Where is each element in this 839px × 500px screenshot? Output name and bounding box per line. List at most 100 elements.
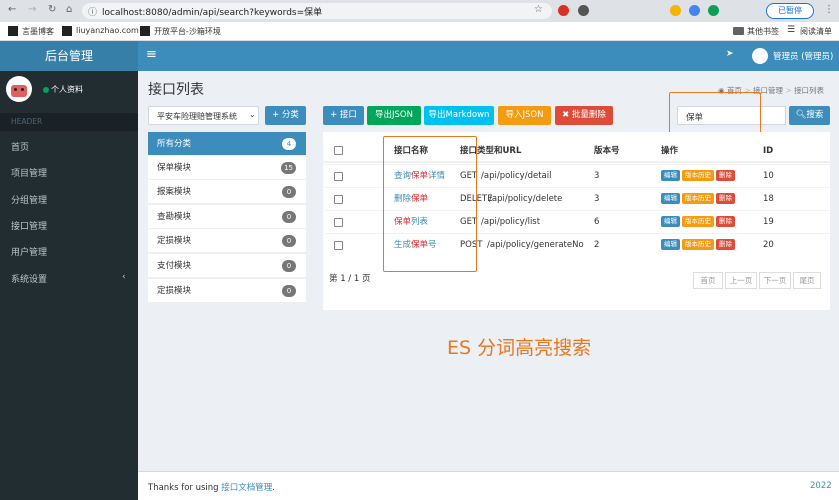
bookmark-star-icon[interactable]: ☆ (534, 4, 543, 15)
footer-link[interactable]: 接口文档管理 (221, 483, 272, 493)
row-checkbox[interactable] (334, 218, 343, 227)
search-button[interactable]: 🔍︎搜索 (789, 106, 830, 125)
api-url: /api/policy/detail (481, 171, 552, 181)
category-count-badge: 0 (282, 285, 296, 297)
import-json-button[interactable]: 导入JSON (498, 106, 551, 125)
bookmark-icon (8, 26, 18, 36)
project-select[interactable]: 平安车险理赔管理系统 ⌄ (148, 106, 259, 125)
folder-icon (733, 27, 744, 35)
bookmark-icon (140, 26, 150, 36)
category-item[interactable]: 定损模块 0 (148, 229, 306, 253)
category-name: 查勘模块 (157, 212, 192, 222)
extension-icon[interactable] (708, 5, 719, 16)
extension-icon[interactable] (558, 5, 569, 16)
delete-button[interactable]: 删除 (716, 239, 735, 250)
row-actions: 编辑 版本历史 删除 (661, 188, 737, 211)
api-version: 3 (594, 171, 600, 181)
chevron-down-icon: ⌄ (249, 110, 256, 119)
address-bar[interactable]: ⓘ localhost:8080/admin/api/search?keywor… (82, 3, 552, 19)
extension-icons (558, 5, 758, 17)
category-count-badge: 4 (282, 138, 296, 150)
category-count-badge: 0 (282, 211, 296, 223)
sidebar-item-settings[interactable]: 系统设置 (11, 272, 47, 285)
category-name: 支付模块 (157, 261, 192, 271)
profile-link[interactable]: 个人资料 (51, 84, 83, 95)
footer-text: Thanks for using 接口文档管理. (148, 483, 275, 493)
delete-button[interactable]: 删除 (716, 170, 735, 181)
bookmark-item[interactable]: 言墨博客 (22, 26, 54, 37)
category-name: 所有分类 (157, 139, 192, 149)
select-all-checkbox[interactable] (334, 146, 343, 155)
row-checkbox[interactable] (334, 172, 343, 181)
category-item[interactable]: 报案模块 0 (148, 180, 306, 204)
api-id: 18 (763, 194, 774, 204)
back-icon[interactable]: ← (8, 4, 16, 15)
edit-button[interactable]: 编辑 (661, 193, 680, 204)
api-version: 6 (594, 217, 600, 227)
bookmark-item[interactable]: 开放平台-沙箱环境 (154, 26, 221, 37)
batch-delete-button[interactable]: ✖ 批量删除 (555, 106, 613, 125)
sidebar-header: HEADER (0, 113, 138, 131)
browser-menu-icon[interactable]: ⋮ (824, 4, 834, 15)
export-json-button[interactable]: 导出JSON (367, 106, 421, 125)
reading-list[interactable]: 阅读清单 (800, 26, 832, 37)
add-category-button[interactable]: + 分类 (265, 106, 306, 125)
home-icon[interactable]: ⌂ (66, 4, 72, 15)
edit-button[interactable]: 编辑 (661, 170, 680, 181)
column-header-actions: 操作 (661, 146, 679, 156)
category-name: 定损模块 (157, 236, 192, 246)
category-item[interactable]: 支付模块 0 (148, 254, 306, 278)
api-id: 20 (763, 240, 774, 250)
category-item-active[interactable]: 所有分类 4 (148, 132, 306, 156)
category-count-badge: 0 (282, 186, 296, 198)
category-item[interactable]: 保单模块 15 (148, 156, 306, 180)
extension-icon[interactable] (578, 5, 589, 16)
other-bookmarks[interactable]: 其他书签 (747, 26, 779, 37)
category-item[interactable]: 定损模块 0 (148, 279, 306, 303)
sidebar-toggle-icon[interactable]: ≡ (146, 47, 157, 62)
breadcrumb-item: 接口列表 (794, 86, 825, 95)
api-url: /api/policy/delete (489, 194, 563, 204)
category-count-badge: 0 (282, 235, 296, 247)
sidebar-item-groups[interactable]: 分组管理 (11, 193, 47, 206)
last-page-button[interactable]: 尾页 (793, 272, 821, 289)
reload-icon[interactable]: ↻ (48, 4, 56, 15)
annotation-caption: ES 分词高亮搜索 (447, 337, 592, 359)
forward-icon[interactable]: → (28, 4, 36, 15)
add-api-button[interactable]: + 接口 (323, 106, 364, 125)
extension-icon[interactable] (670, 5, 681, 16)
row-checkbox[interactable] (334, 195, 343, 204)
api-id: 19 (763, 217, 774, 227)
version-history-button[interactable]: 版本历史 (682, 239, 714, 250)
api-id: 10 (763, 171, 774, 181)
bookmark-item[interactable]: liuyanzhao.com (76, 26, 139, 35)
category-name: 报案模块 (157, 187, 192, 197)
extension-icon[interactable] (689, 5, 700, 16)
avatar (6, 76, 32, 102)
api-url: /api/policy/generateNo (487, 240, 584, 250)
prev-page-button[interactable]: 上一页 (725, 272, 757, 289)
brand-logo[interactable]: 后台管理 (0, 41, 138, 71)
sidebar-item-projects[interactable]: 项目管理 (11, 166, 47, 179)
version-history-button[interactable]: 版本历史 (682, 216, 714, 227)
sidebar-item-users[interactable]: 用户管理 (11, 245, 47, 258)
location-arrow-icon[interactable]: ➤ (726, 49, 734, 59)
sidebar-item-home[interactable]: 首页 (11, 140, 29, 153)
project-select-value: 平安车险理赔管理系统 (157, 112, 237, 121)
delete-button[interactable]: 删除 (716, 216, 735, 227)
version-history-button[interactable]: 版本历史 (682, 170, 714, 181)
profile-paused-label: 已暂停 (778, 6, 802, 15)
sidebar-item-apis[interactable]: 接口管理 (11, 219, 47, 232)
user-menu[interactable]: 管理员 (管理员) (773, 50, 833, 62)
version-history-button[interactable]: 版本历史 (682, 193, 714, 204)
edit-button[interactable]: 编辑 (661, 239, 680, 250)
edit-button[interactable]: 编辑 (661, 216, 680, 227)
footer: Thanks for using 接口文档管理. 2022 (138, 471, 839, 500)
category-item[interactable]: 查勘模块 0 (148, 205, 306, 229)
profile-paused-button[interactable]: 已暂停 (766, 3, 814, 19)
row-checkbox[interactable] (334, 241, 343, 250)
first-page-button[interactable]: 首页 (693, 272, 723, 289)
delete-button[interactable]: 删除 (716, 193, 735, 204)
export-markdown-button[interactable]: 导出Markdown (424, 106, 494, 125)
next-page-button[interactable]: 下一页 (759, 272, 791, 289)
